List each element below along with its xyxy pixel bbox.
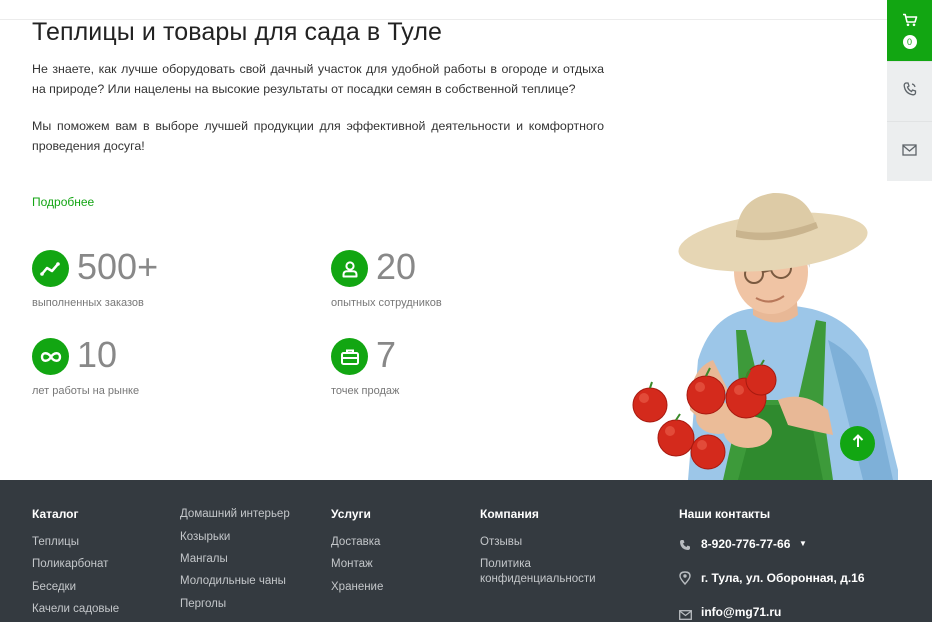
stat-label: опытных сотрудников <box>331 297 442 309</box>
callback-button[interactable] <box>887 61 932 121</box>
mail-icon <box>679 607 692 622</box>
more-link[interactable]: Подробнее <box>32 195 94 209</box>
intro-paragraph-2: Мы поможем вам в выборе лучшей продукции… <box>32 119 604 153</box>
cart-button[interactable]: 0 <box>887 0 932 61</box>
stat-value: 7 <box>376 334 397 375</box>
page-title: Теплицы и товары для сада в Туле <box>32 18 443 46</box>
phone-icon <box>679 538 691 556</box>
location-icon <box>679 571 691 590</box>
footer-link[interactable]: Козырьки <box>180 530 230 545</box>
footer: Каталог Теплицы Поликарбонат Беседки Кач… <box>0 480 932 622</box>
footer-link[interactable]: Домашний интерьер <box>180 507 290 522</box>
footer-link[interactable]: Перголы <box>180 597 226 612</box>
footer-link[interactable]: Качели садовые <box>32 602 119 617</box>
footer-catalog-heading: Каталог <box>32 507 79 521</box>
stat-label: лет работы на рынке <box>32 385 140 397</box>
footer-email[interactable]: info@mg71.ru <box>701 605 781 619</box>
stat-label: выполненных заказов <box>32 297 144 309</box>
footer-contacts-heading: Наши контакты <box>679 507 771 521</box>
footer-link[interactable]: Отзывы <box>480 535 522 550</box>
scroll-top-button[interactable] <box>840 426 875 461</box>
side-panel: 0 <box>887 0 932 182</box>
footer-link[interactable]: Поликарбонат <box>32 557 108 572</box>
stat-value: 500+ <box>77 246 159 287</box>
stat-value: 20 <box>376 246 417 287</box>
footer-link[interactable]: Беседки <box>32 580 76 595</box>
footer-link[interactable]: Мангалы <box>180 552 228 567</box>
chart-line-icon <box>32 250 69 287</box>
phone-icon <box>903 82 917 101</box>
chevron-down-icon[interactable]: ▼ <box>799 539 807 548</box>
stat-label: точек продаж <box>331 385 400 397</box>
arrow-up-icon <box>852 434 864 453</box>
infinity-icon <box>32 338 69 375</box>
footer-link[interactable]: Монтаж <box>331 557 373 572</box>
footer-link[interactable]: Доставка <box>331 535 380 550</box>
user-icon <box>331 250 368 287</box>
footer-company-heading: Компания <box>480 507 539 521</box>
intro-paragraph: Не знаете, как лучше оборудовать свой да… <box>32 62 604 96</box>
mail-button[interactable] <box>887 121 932 181</box>
footer-phone[interactable]: 8-920-776-77-66 <box>701 537 790 551</box>
cart-count-badge: 0 <box>902 34 917 49</box>
footer-link[interactable]: Политика конфиденциальности <box>480 557 610 587</box>
briefcase-icon <box>331 338 368 375</box>
footer-address: г. Тула, ул. Оборонная, д.16 <box>701 571 865 585</box>
footer-services-heading: Услуги <box>331 507 371 521</box>
stat-value: 10 <box>77 334 118 375</box>
cart-icon <box>902 13 918 32</box>
mail-icon <box>902 143 917 161</box>
footer-link[interactable]: Теплицы <box>32 535 79 550</box>
footer-link[interactable]: Хранение <box>331 580 383 595</box>
footer-link[interactable]: Молодильные чаны <box>180 574 286 589</box>
